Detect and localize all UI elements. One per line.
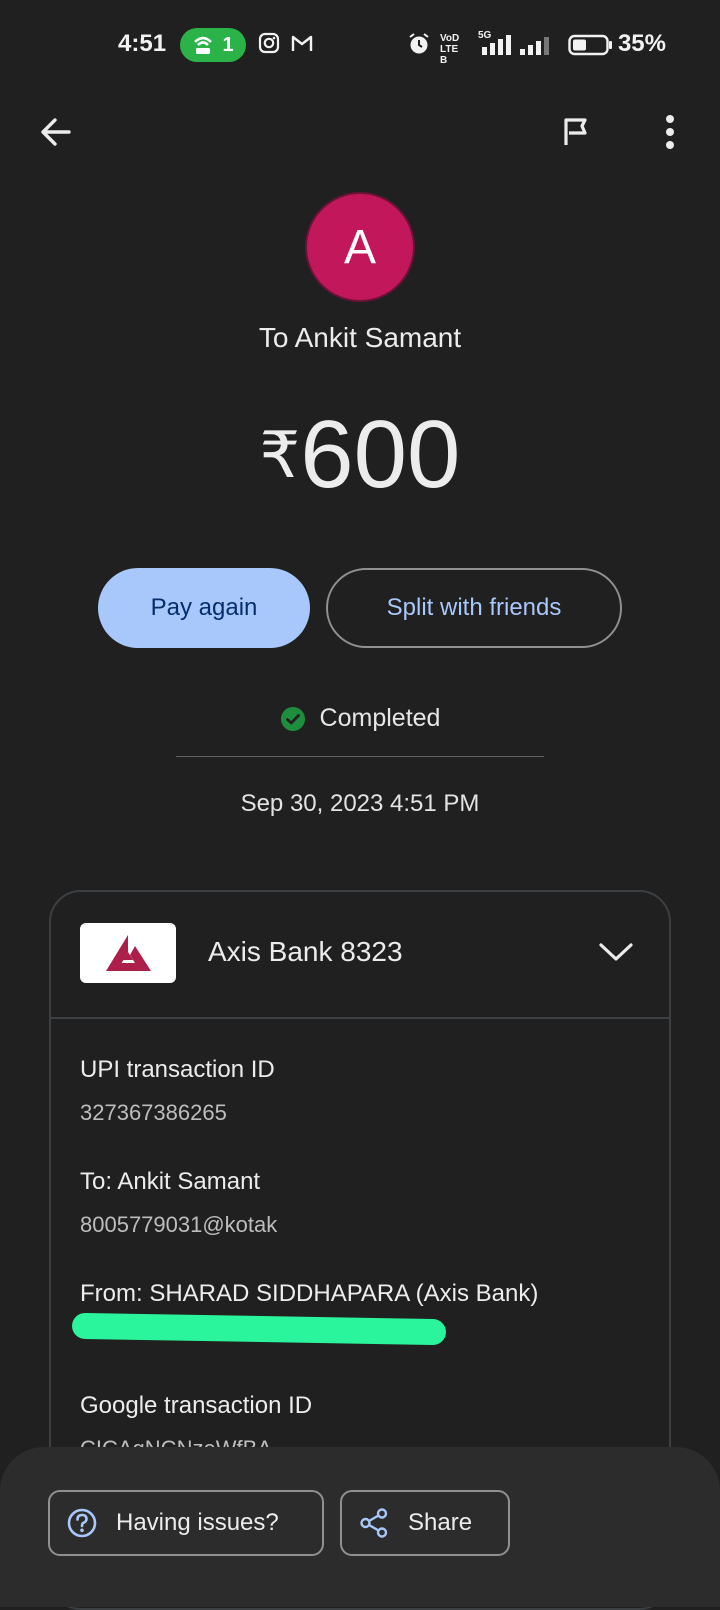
bank-name: Axis Bank 8323 [208, 936, 403, 967]
instagram-icon [258, 32, 280, 59]
battery-icon [568, 34, 614, 61]
pay-again-button[interactable]: Pay again [98, 568, 310, 648]
hotspot-count: 1 [222, 33, 234, 56]
payee-name: To Ankit Samant [258, 322, 462, 353]
signal-icon [480, 34, 514, 61]
chevron-down-icon [598, 940, 634, 969]
alarm-icon [407, 32, 431, 61]
amount-value: 600 [300, 401, 461, 508]
card-separator [50, 1017, 670, 1019]
to-upi-id: 8005779031@kotak [80, 1212, 278, 1237]
more-options-button[interactable] [646, 108, 694, 156]
having-issues-label: Having issues? [116, 1509, 279, 1536]
upi-transaction-id-label: UPI transaction ID [80, 1056, 275, 1083]
volte-top: VoD [440, 33, 460, 44]
report-button[interactable] [552, 108, 600, 156]
status-label: Completed [319, 704, 441, 732]
status-row: Completed [0, 704, 720, 733]
battery-percent: 35% [617, 30, 666, 57]
transaction-datetime: Sep 30, 2023 4:51 PM [240, 790, 480, 817]
gmail-icon [290, 32, 314, 59]
axis-bank-logo [80, 923, 176, 983]
avatar: A [305, 192, 415, 302]
from-label: From: SHARAD SIDDHAPARA (Axis Bank) [80, 1280, 539, 1307]
share-label: Share [408, 1509, 473, 1536]
status-time: 4:51 [118, 30, 167, 57]
flag-icon [564, 118, 587, 145]
payment-amount: ₹600 [0, 400, 720, 510]
divider [176, 756, 544, 757]
volte-indicator: VoD LTE B [440, 33, 466, 66]
hotspot-indicator: 1 [180, 28, 246, 62]
currency-symbol: ₹ [259, 419, 301, 491]
split-with-friends-button[interactable]: Split with friends [326, 568, 622, 648]
help-icon [67, 1508, 97, 1538]
signal-icon-2 [518, 34, 552, 61]
arrow-back-icon [41, 118, 71, 146]
check-circle-icon [280, 706, 305, 731]
back-button[interactable] [32, 108, 80, 156]
more-vert-icon [666, 115, 674, 149]
having-issues-button[interactable]: Having issues? [48, 1490, 324, 1556]
google-transaction-id-label: Google transaction ID [80, 1392, 313, 1419]
upi-transaction-id-value: 327367386265 [80, 1100, 227, 1125]
to-label: To: Ankit Samant [80, 1168, 261, 1195]
share-button[interactable]: Share [340, 1490, 510, 1556]
volte-bottom: LTE B [440, 44, 459, 66]
hotspot-icon [194, 36, 213, 54]
share-icon [360, 1508, 388, 1538]
